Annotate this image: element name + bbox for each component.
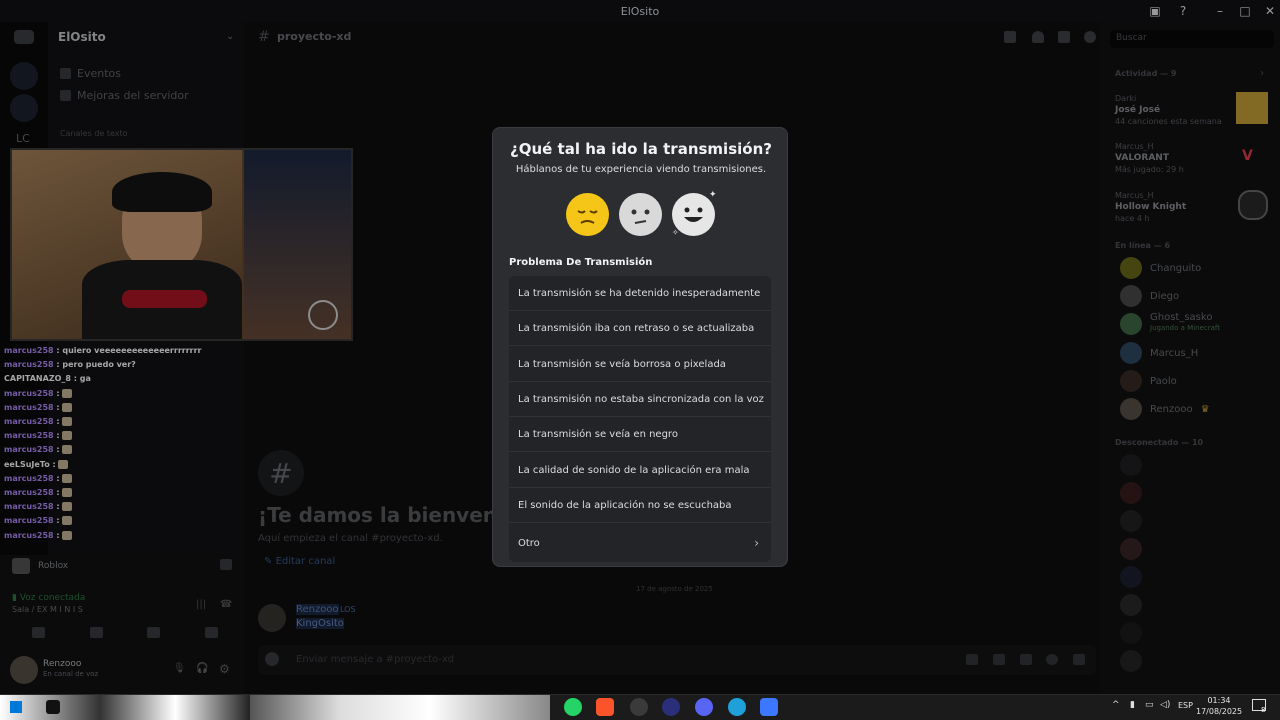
- window-title: ElOsito: [620, 4, 660, 18]
- sad-face-icon[interactable]: [566, 193, 609, 236]
- window-titlebar: ElOsito ▣ ? – □ ✕: [0, 0, 1280, 22]
- modal-subtitle: Háblanos de tu experiencia viendo transm…: [515, 164, 767, 175]
- clock[interactable]: 01:34 17/08/2025: [1196, 695, 1242, 717]
- option-bad-sound[interactable]: La calidad de sonido de la aplicación er…: [509, 453, 771, 488]
- volume-icon[interactable]: ◁): [1160, 700, 1170, 710]
- option-stopped[interactable]: La transmisión se ha detenido inesperada…: [509, 276, 771, 311]
- chevron-up-icon[interactable]: ^: [1112, 700, 1120, 710]
- option-other[interactable]: Otro ›: [509, 524, 771, 562]
- problem-options-list: La transmisión se ha detenido inesperada…: [509, 276, 771, 562]
- close-button[interactable]: ✕: [1255, 0, 1280, 22]
- problem-section-title: Problema De Transmisión: [509, 257, 653, 268]
- taskbar-wallpaper-strip: [0, 695, 250, 720]
- modal-title: ¿Qué tal ha ido la transmisión?: [510, 140, 772, 158]
- sparkle-icon: ✧: [672, 228, 679, 237]
- network-icon[interactable]: ▭: [1145, 700, 1154, 710]
- chevron-right-icon: ›: [754, 536, 759, 550]
- mic-icon[interactable]: ▮: [1130, 700, 1135, 710]
- obs-icon[interactable]: [630, 698, 648, 716]
- brave-icon[interactable]: [596, 698, 614, 716]
- app-icon[interactable]: [760, 698, 778, 716]
- stream-feedback-modal: ¿Qué tal ha ido la transmisión? Háblanos…: [492, 127, 788, 567]
- taskbar-wallpaper-strip: [250, 695, 550, 720]
- option-black[interactable]: La transmisión se veía en negro: [509, 417, 771, 452]
- app-icon[interactable]: [662, 698, 680, 716]
- option-desync[interactable]: La transmisión no estaba sincronizada co…: [509, 382, 771, 417]
- whatsapp-icon[interactable]: [564, 698, 582, 716]
- option-blurry[interactable]: La transmisión se veía borrosa o pixelad…: [509, 347, 771, 382]
- edge-icon[interactable]: [728, 698, 746, 716]
- cast-icon[interactable]: ▣: [1140, 0, 1170, 22]
- option-no-sound[interactable]: El sonido de la aplicación no se escucha…: [509, 488, 771, 523]
- help-icon[interactable]: ?: [1168, 0, 1198, 22]
- discord-icon[interactable]: [695, 698, 713, 716]
- windows-start-icon[interactable]: [10, 701, 22, 713]
- tiktok-icon[interactable]: [46, 700, 60, 714]
- neutral-face-icon[interactable]: [619, 193, 662, 236]
- notification-count: 8: [1261, 706, 1266, 714]
- option-lag[interactable]: La transmisión iba con retraso o se actu…: [509, 311, 771, 346]
- language-indicator[interactable]: ESP: [1178, 701, 1193, 710]
- sparkle-icon: ✦: [709, 190, 717, 200]
